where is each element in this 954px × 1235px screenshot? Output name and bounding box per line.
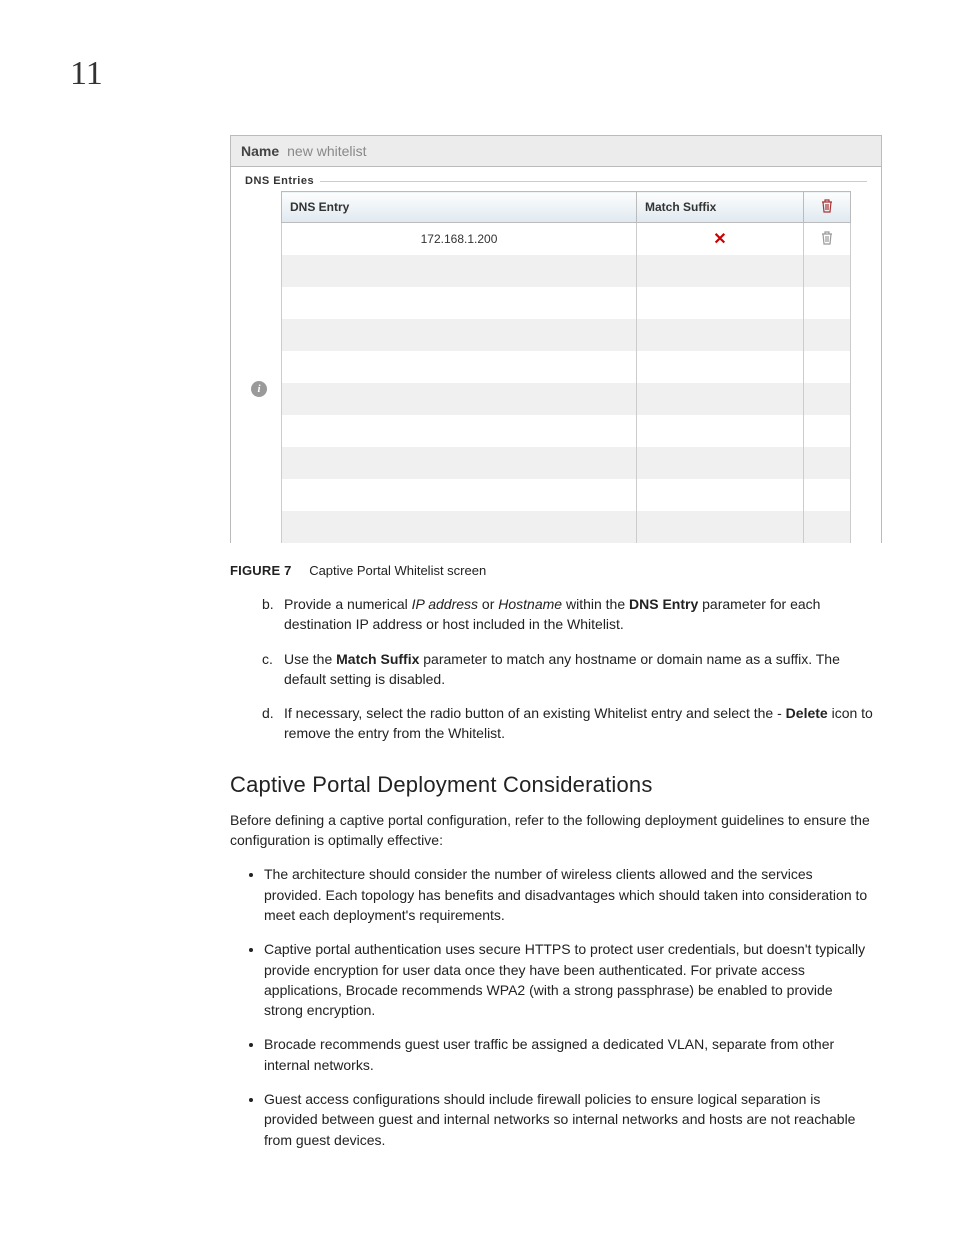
dns-entries-table: DNS Entry Match Suffix 172.168.1.200 ✕ (281, 191, 851, 543)
table-row[interactable] (282, 479, 851, 511)
table-row[interactable] (282, 415, 851, 447)
section-intro: Before defining a captive portal configu… (230, 810, 874, 851)
step-marker: d. (262, 703, 274, 723)
info-icon[interactable]: i (251, 381, 267, 397)
list-item: Brocade recommends guest user traffic be… (264, 1034, 874, 1075)
figure-label: FIGURE 7 (230, 563, 292, 578)
fieldset-rule (320, 181, 867, 182)
table-row[interactable] (282, 447, 851, 479)
list-item: The architecture should consider the num… (264, 864, 874, 925)
list-item: Guest access configurations should inclu… (264, 1089, 874, 1150)
name-label: Name (241, 143, 279, 159)
match-suffix-cell[interactable]: ✕ (637, 223, 804, 256)
figure-caption: FIGURE 7 Captive Portal Whitelist screen (230, 563, 874, 578)
table-row[interactable] (282, 383, 851, 415)
page-number: 11 (70, 55, 103, 93)
section-heading: Captive Portal Deployment Considerations (230, 772, 874, 798)
dns-entries-label: DNS Entries (245, 175, 314, 187)
dns-entry-cell[interactable]: 172.168.1.200 (282, 223, 637, 256)
list-item: Captive portal authentication uses secur… (264, 939, 874, 1020)
table-row[interactable]: 172.168.1.200 ✕ (282, 223, 851, 256)
step-text: Provide a numerical IP address or Hostna… (284, 596, 820, 632)
table-row[interactable] (282, 351, 851, 383)
instruction-list: b. Provide a numerical IP address or Hos… (230, 594, 874, 744)
step-text: Use the Match Suffix parameter to match … (284, 651, 840, 687)
trash-icon (820, 198, 834, 214)
close-icon: ✕ (713, 231, 726, 248)
table-row[interactable] (282, 255, 851, 287)
step-b: b. Provide a numerical IP address or Hos… (262, 594, 874, 635)
col-match-suffix[interactable]: Match Suffix (637, 192, 804, 223)
figure-caption-text: Captive Portal Whitelist screen (309, 563, 486, 578)
table-row[interactable] (282, 319, 851, 351)
bullet-list: The architecture should consider the num… (230, 864, 874, 1150)
name-value[interactable]: new whitelist (287, 143, 366, 159)
step-d: d. If necessary, select the radio button… (262, 703, 874, 744)
table-row[interactable] (282, 511, 851, 543)
captive-portal-whitelist-figure: Name new whitelist DNS Entries i DNS Ent… (230, 135, 882, 543)
col-delete-all[interactable] (804, 192, 851, 223)
step-c: c. Use the Match Suffix parameter to mat… (262, 649, 874, 690)
step-marker: b. (262, 594, 274, 614)
table-row[interactable] (282, 287, 851, 319)
step-marker: c. (262, 649, 273, 669)
name-bar: Name new whitelist (231, 135, 881, 167)
col-dns-entry[interactable]: DNS Entry (282, 192, 637, 223)
row-delete[interactable] (804, 223, 851, 256)
step-text: If necessary, select the radio button of… (284, 705, 873, 741)
trash-icon (820, 230, 834, 246)
dns-entries-fieldset-title: DNS Entries (245, 175, 867, 187)
